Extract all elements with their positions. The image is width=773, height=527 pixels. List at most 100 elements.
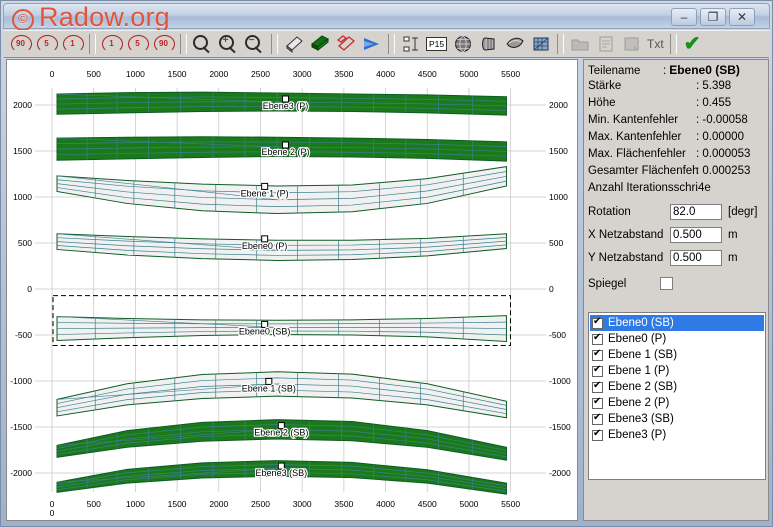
cylinder-mesh-icon — [481, 37, 494, 51]
zoom-out-button[interactable]: − — [242, 32, 267, 56]
layer-label: Ebene 2 (SB) — [608, 381, 678, 393]
txt-button[interactable]: Txt — [645, 32, 666, 56]
rotate-right-5-button[interactable]: 5 — [125, 32, 150, 56]
outline-plate-button[interactable] — [333, 32, 358, 56]
property-row: Anzahl Iterationsschri4e — [588, 182, 766, 199]
dimension-icon — [403, 36, 418, 52]
shape-ebene3p[interactable]: Ebene3 (P) — [56, 91, 507, 116]
svg-text:4000: 4000 — [376, 69, 395, 79]
grid-mesh-button[interactable] — [528, 32, 553, 56]
svg-text:-2000: -2000 — [549, 468, 571, 478]
y-netzabstand-unit: m — [728, 251, 738, 264]
zoom-out-icon: − — [244, 34, 265, 54]
svg-text:1500: 1500 — [549, 146, 568, 156]
property-value: : 0.000053 — [696, 148, 751, 160]
sail-mesh-button[interactable] — [502, 32, 527, 56]
close-button[interactable]: ✕ — [729, 8, 755, 26]
shape-label: Ebene 2 (P) — [261, 147, 309, 157]
shape-ebene3sb[interactable]: Ebene3 (SB) — [56, 460, 507, 495]
svg-text:3000: 3000 — [293, 69, 312, 79]
layer-checkbox[interactable] — [592, 412, 603, 425]
toolbar: 90 5 1 1 5 90 + − P15 Txt ✔ — [4, 30, 769, 58]
measure-button[interactable] — [398, 32, 423, 56]
mirror-row: Spiegel — [588, 272, 766, 295]
layer-checkbox[interactable] — [592, 332, 603, 345]
shape-ebene1p[interactable]: Ebene 1 (P) — [56, 166, 507, 215]
shape-ebene2sb[interactable]: Ebene 2 (SB) — [56, 419, 507, 461]
svg-text:0: 0 — [549, 284, 554, 294]
svg-text:1000: 1000 — [13, 192, 32, 202]
svg-text:2000: 2000 — [209, 69, 228, 79]
layer-checkbox[interactable] — [592, 316, 603, 329]
rotate-left-1-button[interactable]: 1 — [60, 32, 85, 56]
shade-tool-button[interactable] — [281, 32, 306, 56]
rotate-cw-1-icon: 1 — [101, 34, 123, 54]
svg-text:1500: 1500 — [168, 69, 187, 79]
rotate-left-5-button[interactable]: 5 — [34, 32, 59, 56]
p15-button[interactable]: P15 — [424, 32, 449, 56]
property-rows: Stärke: 5.398 Höhe: 0.455 Min. Kantenfehle… — [588, 80, 766, 199]
maximize-button[interactable]: ❐ — [700, 8, 726, 26]
shape-ebene0sb[interactable]: Ebene0 (SB) — [52, 295, 511, 346]
rotation-input[interactable] — [670, 203, 722, 220]
x-netzabstand-input[interactable] — [670, 226, 722, 243]
rotate-right-1-button[interactable]: 1 — [99, 32, 124, 56]
property-row: Min. Kantenfehler : -0.00058 — [588, 114, 766, 131]
rotate-left-90-button[interactable]: 90 — [8, 32, 33, 56]
property-row: Gesamter Flächenfeh: 0.000253 — [588, 165, 766, 182]
svg-text:0: 0 — [50, 508, 55, 518]
layer-list-item[interactable]: Ebene3 (P) — [590, 427, 764, 443]
layer-checkbox[interactable] — [592, 428, 603, 441]
svg-text:-500: -500 — [15, 330, 32, 340]
layer-list-item[interactable]: Ebene 1 (P) — [590, 363, 764, 379]
green-plate-button[interactable] — [307, 32, 332, 56]
property-row: Max. Kantenfehler: 0.00000 — [588, 131, 766, 148]
property-row: Max. Flächenfehler: 0.000053 — [588, 148, 766, 165]
shape-label: Ebene0 (SB) — [239, 326, 291, 336]
drawing-canvas[interactable]: 0 0 500 500 1000 1000 1500 1500 2000 2000 2500 2500… — [6, 59, 578, 521]
layer-label: Ebene3 (P) — [608, 429, 667, 441]
shape-ebene0p[interactable]: Ebene0 (P) — [56, 233, 507, 261]
svg-text:-1500: -1500 — [10, 422, 32, 432]
layer-list-item[interactable]: Ebene0 (SB) — [590, 315, 764, 331]
layer-checkbox[interactable] — [592, 348, 603, 361]
property-label: Min. Kantenfehler — [588, 114, 679, 126]
layer-list-item[interactable]: Ebene 2 (SB) — [590, 379, 764, 395]
y-netzabstand-row: Y Netzabstand m — [588, 246, 766, 269]
mirror-checkbox[interactable] — [660, 277, 673, 290]
shape-ebene1sb[interactable]: Ebene 1 (SB) — [56, 371, 507, 419]
shape-label: Ebene3 (SB) — [256, 468, 308, 478]
watermark-text: Radow.org — [39, 2, 170, 32]
red-outline-plate-icon — [336, 35, 355, 51]
zoom-fit-button[interactable] — [190, 32, 215, 56]
rotate-right-90-button[interactable]: 90 — [151, 32, 176, 56]
layer-checkbox[interactable] — [592, 380, 603, 393]
shape-ebene2p[interactable]: Ebene 2 (P) — [56, 136, 507, 162]
confirm-button[interactable]: ✔ — [680, 32, 705, 56]
svg-text:5000: 5000 — [459, 499, 478, 509]
svg-text:-2000: -2000 — [10, 468, 32, 478]
layer-list-item[interactable]: Ebene 1 (SB) — [590, 347, 764, 363]
x-netzabstand-label: X Netzabstand — [588, 228, 664, 241]
property-value: : -0.00058 — [696, 114, 748, 126]
minimize-button[interactable]: – — [671, 8, 697, 26]
layer-list-item[interactable]: Ebene3 (SB) — [590, 411, 764, 427]
svg-text:2000: 2000 — [209, 499, 228, 509]
flow-arrow-button[interactable] — [359, 32, 384, 56]
green-plate-icon — [310, 35, 329, 52]
layer-list-item[interactable]: Ebene0 (P) — [590, 331, 764, 347]
globe-button[interactable] — [450, 32, 475, 56]
layer-checkbox[interactable] — [592, 396, 603, 409]
folder-icon — [571, 39, 588, 51]
svg-text:0: 0 — [50, 69, 55, 79]
svg-text:1500: 1500 — [13, 146, 32, 156]
layer-checkbox[interactable] — [592, 364, 603, 377]
mirror-label: Spiegel — [588, 277, 627, 290]
cylinder-mesh-button[interactable] — [476, 32, 501, 56]
layer-listbox[interactable]: Ebene0 (SB) Ebene0 (P) Ebene 1 (SB) Ebene 1… — [588, 312, 766, 480]
close-icon: ✕ — [736, 10, 748, 24]
y-netzabstand-input[interactable] — [670, 249, 722, 266]
toolbar-separator-4 — [388, 34, 395, 54]
zoom-in-button[interactable]: + — [216, 32, 241, 56]
layer-list-item[interactable]: Ebene 2 (P) — [590, 395, 764, 411]
